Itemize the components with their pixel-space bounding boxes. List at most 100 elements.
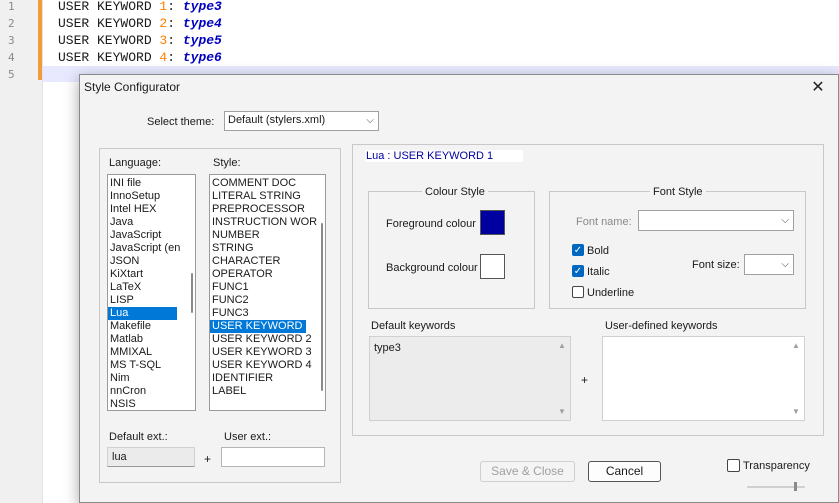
language-item[interactable]: InnoSetup — [108, 190, 195, 203]
style-item[interactable]: IDENTIFIER — [210, 372, 325, 385]
language-item[interactable]: JSON — [108, 255, 195, 268]
code-line[interactable]: USER KEYWORD 3: type5 — [58, 32, 222, 49]
style-item[interactable]: LABEL — [210, 385, 325, 398]
line-number: 3 — [8, 34, 15, 47]
language-scrollbar[interactable] — [188, 175, 194, 410]
underline-checkbox[interactable] — [572, 286, 584, 298]
chevron-down-icon: ⌵ — [781, 215, 789, 226]
user-ext-label: User ext.: — [224, 431, 272, 443]
language-item[interactable]: LaTeX — [108, 281, 195, 294]
line-number: 1 — [8, 0, 15, 13]
scroll-up-icon[interactable]: ▲ — [558, 341, 566, 350]
bold-label: Bold — [587, 245, 610, 257]
language-item-selected[interactable]: Lua — [108, 307, 177, 320]
plus-sign: + — [204, 452, 212, 466]
language-item[interactable]: KiXtart — [108, 268, 195, 281]
language-item[interactable]: MMIXAL — [108, 346, 195, 359]
language-item[interactable]: MS T-SQL — [108, 359, 195, 372]
language-list[interactable]: INI file InnoSetup Intel HEX Java JavaSc… — [107, 174, 196, 411]
style-item[interactable]: CHARACTER — [210, 255, 325, 268]
style-item[interactable]: FUNC2 — [210, 294, 325, 307]
line-number: 5 — [8, 68, 15, 81]
style-header-title: Lua : USER KEYWORD 1 — [365, 150, 524, 162]
style-item[interactable]: PREPROCESSOR — [210, 203, 325, 216]
save-close-button[interactable]: Save & Close — [480, 461, 575, 482]
language-item[interactable]: Nim — [108, 372, 195, 385]
style-label: Style: — [213, 157, 241, 169]
code-line[interactable]: USER KEYWORD 1: type3 — [58, 0, 222, 15]
default-keywords-text: type3 — [374, 342, 401, 354]
close-icon[interactable]: ✕ — [806, 77, 830, 99]
code-line[interactable]: USER KEYWORD 2: type4 — [58, 15, 222, 32]
language-item[interactable]: JavaScript (en — [108, 242, 195, 255]
select-theme-label: Select theme: — [147, 116, 215, 128]
language-item[interactable]: JavaScript — [108, 229, 195, 242]
scroll-down-icon[interactable]: ▼ — [558, 407, 566, 416]
language-label: Language: — [109, 157, 161, 169]
user-keywords-text[interactable] — [603, 337, 804, 342]
foreground-colour-label: Foreground colour — [386, 218, 476, 230]
style-item[interactable]: FUNC3 — [210, 307, 325, 320]
style-item[interactable]: OPERATOR — [210, 268, 325, 281]
style-item[interactable]: USER KEYWORD 3 — [210, 346, 325, 359]
theme-select[interactable]: Default (stylers.xml) ⌵ — [224, 111, 379, 131]
style-item[interactable]: COMMENT DOC — [210, 177, 325, 190]
font-name-select[interactable]: ⌵ — [638, 210, 794, 231]
style-item[interactable]: INSTRUCTION WOR — [210, 216, 325, 229]
italic-checkbox[interactable]: ✓ — [572, 265, 584, 277]
style-list[interactable]: COMMENT DOC LITERAL STRING PREPROCESSOR … — [209, 174, 326, 411]
font-name-label: Font name: — [576, 216, 632, 228]
language-item[interactable]: INI file — [108, 177, 195, 190]
change-history-marker — [38, 0, 42, 80]
scroll-up-icon[interactable]: ▲ — [792, 341, 800, 350]
default-keywords-box[interactable]: type3 ▲ ▼ — [369, 336, 571, 421]
user-keywords-scrollbar[interactable]: ▲ ▼ — [792, 339, 802, 418]
style-item[interactable]: USER KEYWORD 2 — [210, 333, 325, 346]
language-item[interactable]: nnCron — [108, 385, 195, 398]
scrollbar-thumb[interactable] — [191, 273, 193, 313]
transparency-slider-thumb[interactable] — [794, 482, 797, 491]
style-configurator-dialog: Style Configurator ✕ Select theme: Defau… — [79, 74, 839, 503]
style-item[interactable]: USER KEYWORD 4 — [210, 359, 325, 372]
background-colour-swatch[interactable] — [480, 254, 505, 279]
language-item[interactable]: NSIS — [108, 398, 195, 410]
line-number: 4 — [8, 51, 15, 64]
cancel-button[interactable]: Cancel — [588, 461, 661, 482]
scroll-down-icon[interactable]: ▼ — [792, 407, 800, 416]
chevron-down-icon: ⌵ — [781, 259, 789, 270]
user-ext-field[interactable] — [221, 447, 325, 467]
code-line[interactable]: USER KEYWORD 4: type6 — [58, 49, 222, 66]
plus-sign: + — [581, 373, 589, 387]
default-keywords-scrollbar[interactable]: ▲ ▼ — [558, 339, 568, 418]
language-item[interactable]: Makefile — [108, 320, 195, 333]
font-style-title: Font Style — [650, 186, 706, 198]
user-keywords-box[interactable]: ▲ ▼ — [602, 336, 805, 421]
style-item[interactable]: STRING — [210, 242, 325, 255]
language-item[interactable]: Intel HEX — [108, 203, 195, 216]
style-item-selected[interactable]: USER KEYWORD 1 — [210, 320, 306, 333]
transparency-checkbox[interactable] — [727, 459, 740, 472]
colour-style-group — [368, 191, 535, 309]
user-keywords-label: User-defined keywords — [605, 320, 718, 332]
dialog-title: Style Configurator — [84, 80, 181, 94]
style-item[interactable]: FUNC1 — [210, 281, 325, 294]
scrollbar-thumb[interactable] — [321, 223, 323, 391]
foreground-colour-swatch[interactable] — [480, 210, 505, 235]
transparency-label: Transparency — [743, 460, 810, 472]
bold-checkbox[interactable]: ✓ — [572, 244, 584, 256]
theme-value: Default (stylers.xml) — [228, 114, 326, 126]
line-number: 2 — [8, 17, 15, 30]
font-size-label: Font size: — [692, 259, 740, 271]
italic-label: Italic — [587, 266, 610, 278]
language-item[interactable]: Matlab — [108, 333, 195, 346]
language-item[interactable]: Java — [108, 216, 195, 229]
default-keywords-label: Default keywords — [371, 320, 456, 332]
style-item[interactable]: NUMBER — [210, 229, 325, 242]
font-size-select[interactable]: ⌵ — [744, 254, 794, 275]
style-scrollbar[interactable] — [318, 175, 324, 410]
chevron-down-icon: ⌵ — [366, 115, 374, 126]
language-item[interactable]: LISP — [108, 294, 195, 307]
line-number-gutter: 1 2 3 4 5 — [0, 0, 43, 503]
style-item[interactable]: LITERAL STRING — [210, 190, 325, 203]
background-colour-label: Background colour — [386, 262, 478, 274]
